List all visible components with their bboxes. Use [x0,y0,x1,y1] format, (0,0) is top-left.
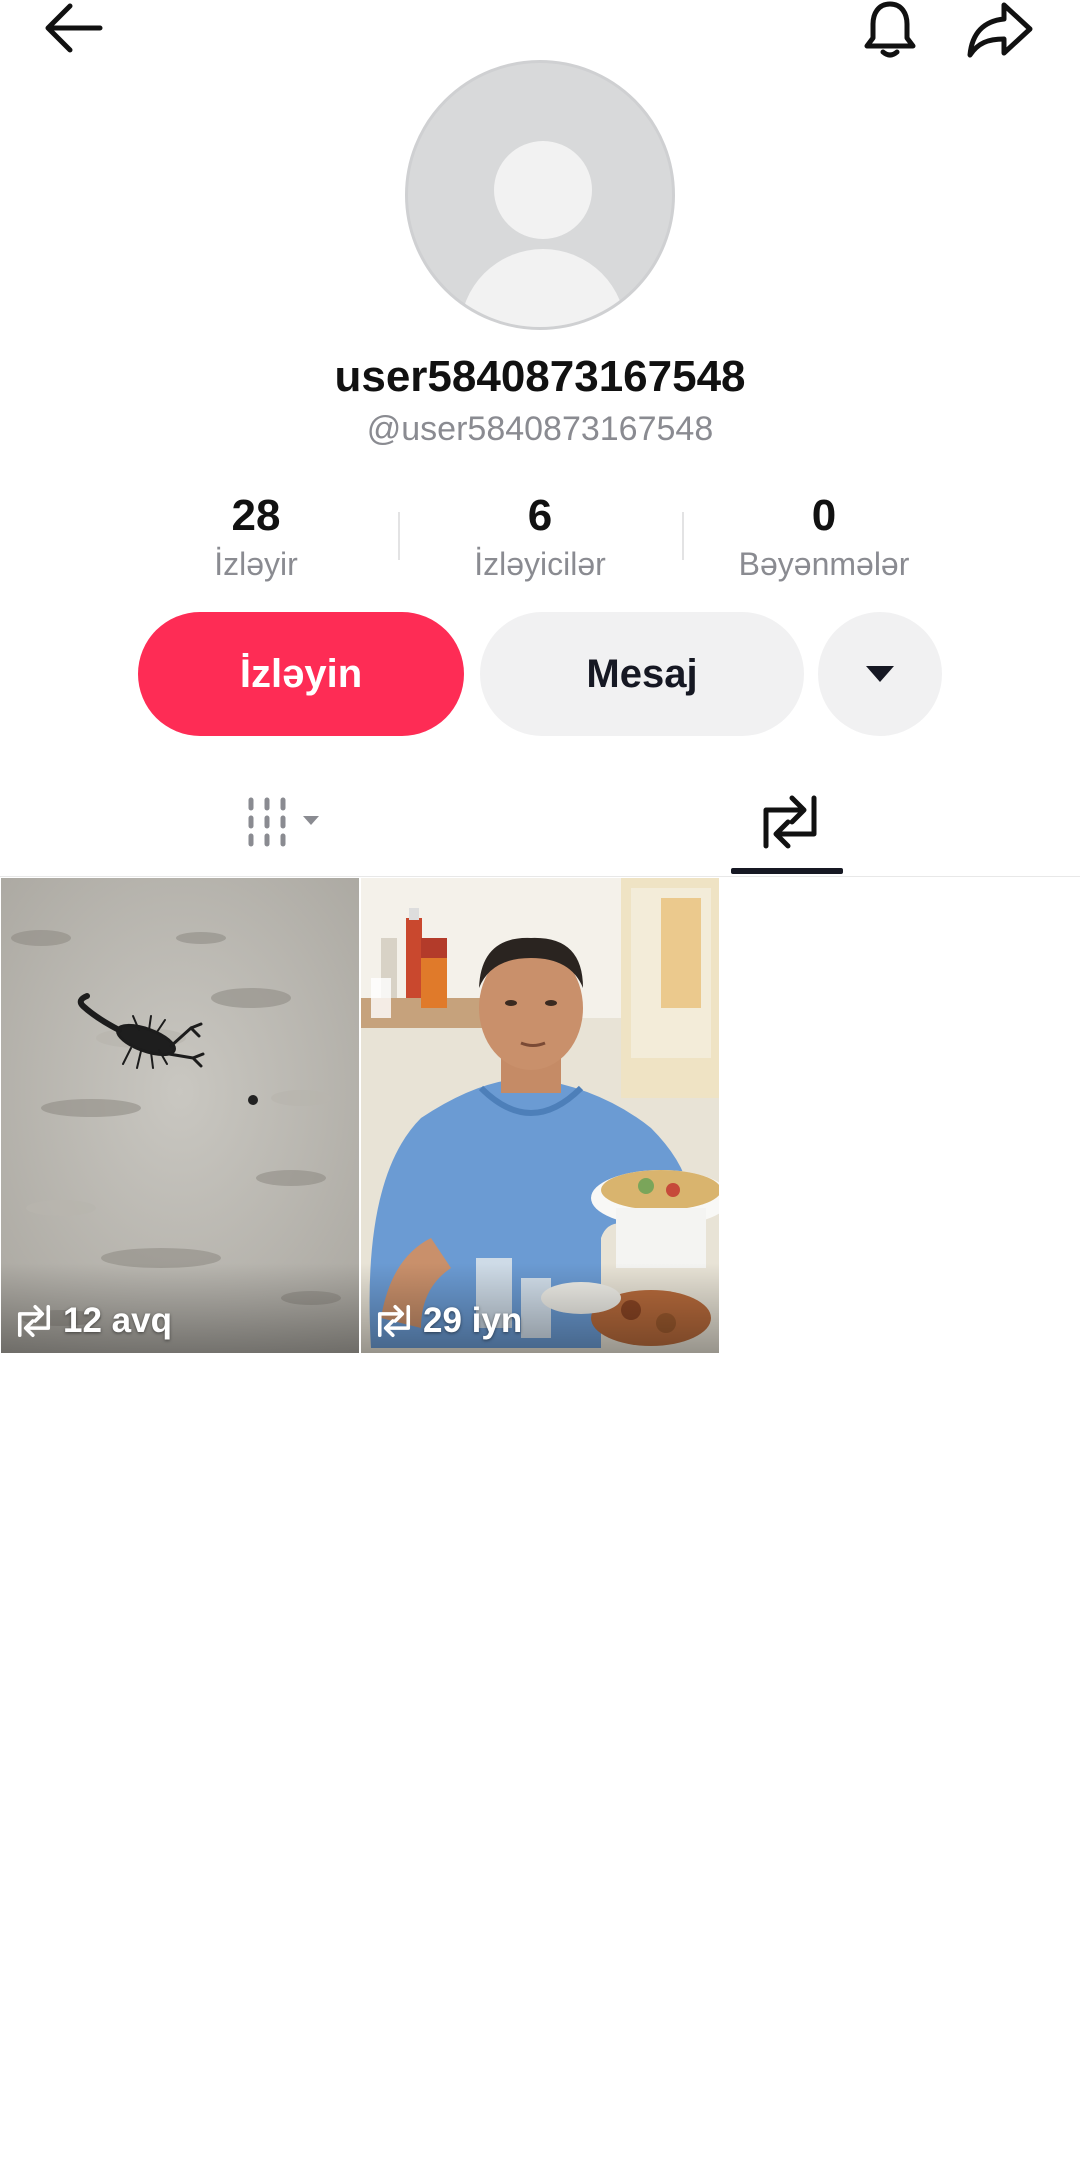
video-tile[interactable]: 29 iyn [361,878,719,1353]
repost-icon [377,1304,411,1338]
grid-columns-icon [248,797,319,847]
follow-button[interactable]: İzləyin [138,612,464,736]
stat-divider [682,512,684,560]
repost-icon [17,1304,51,1338]
stat-following-count: 28 [231,491,281,540]
tab-videos[interactable] [200,768,380,876]
active-tab-indicator [731,868,843,874]
tile-caption: 12 avq [15,1301,172,1341]
stat-following[interactable]: 28 İzləyir [126,488,386,584]
video-grid: 12 avq 29 iyn [0,878,1080,1354]
username-handle: @user5840873167548 [366,410,714,448]
notifications-button[interactable] [850,0,930,60]
stat-likes-count: 0 [811,491,837,540]
tile-caption: 29 iyn [375,1301,522,1341]
stat-likes[interactable]: 0 Bəyənmələr [694,488,954,584]
stat-followers-label: İzləyicilər [474,546,606,582]
repost-icon [763,795,817,849]
stat-followers[interactable]: 6 İzləyicilər [410,488,670,584]
stat-divider [398,512,400,560]
stat-followers-count: 6 [527,491,553,540]
profile-tabs [0,768,1080,877]
video-tile[interactable]: 12 avq [1,878,359,1353]
share-button[interactable] [960,0,1040,60]
arrow-left-icon [45,3,103,53]
stat-likes-label: Bəyənmələr [738,546,910,582]
tile-date: 29 iyn [423,1301,523,1340]
message-button[interactable]: Mesaj [480,612,804,736]
caret-down-icon [866,666,894,682]
avatar-head-silhouette [494,141,592,239]
avatar[interactable] [405,60,675,330]
profile-stats: 28 İzləyir 6 İzləyicilər 0 Bəyənmələr [0,488,1080,588]
avatar-body-silhouette [460,249,626,327]
tile-date: 12 avq [63,1301,172,1340]
stat-following-label: İzləyir [214,546,298,582]
share-arrow-icon [967,2,1033,58]
top-bar [0,0,1080,60]
bell-icon [864,1,916,58]
back-button[interactable] [36,0,108,56]
tab-reposts[interactable] [700,768,880,876]
display-name: user5840873167548 [334,352,746,401]
more-options-button[interactable] [818,612,942,736]
